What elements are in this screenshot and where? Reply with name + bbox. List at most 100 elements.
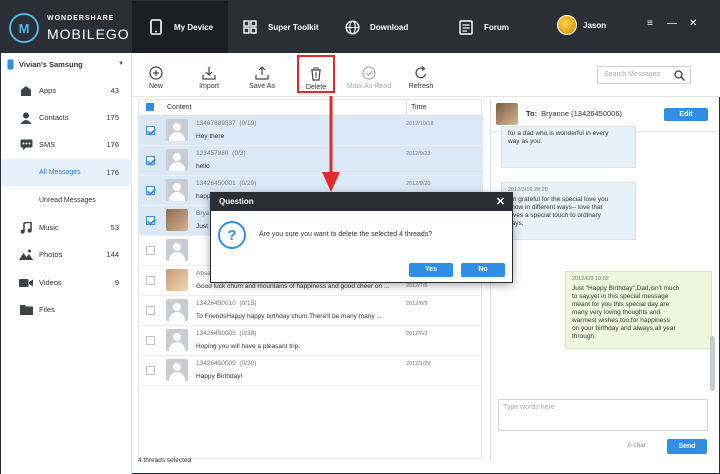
scrollbar[interactable] (710, 336, 715, 391)
avatar (166, 149, 188, 171)
new-button[interactable]: New (136, 56, 176, 90)
no-button[interactable]: No (461, 263, 505, 277)
row-message: Hey there (196, 133, 225, 140)
reply-input[interactable]: Type words here (498, 399, 708, 431)
sidebar-item-contacts[interactable]: Contacts 175 (1, 104, 132, 131)
sidebar: Vivian's Samsung ▼ Apps 43 Contacts 175 … (1, 53, 132, 474)
avatar (166, 299, 188, 321)
tab-forum[interactable]: Forum (458, 1, 518, 53)
sidebar-item-sms[interactable]: SMS 176 (1, 131, 132, 158)
to-label: To: (526, 109, 538, 118)
refresh-icon (415, 66, 427, 79)
tab-my-device[interactable]: My Device (132, 1, 228, 53)
globe-icon (344, 19, 360, 35)
row-checkbox[interactable] (146, 336, 155, 345)
send-button[interactable]: Send (667, 439, 707, 454)
edit-button[interactable]: Edit (664, 108, 708, 121)
sidebar-item-photos[interactable]: Photos 144 (1, 241, 132, 268)
row-date: 2012/6/3 (406, 331, 428, 337)
tab-label: My Device (174, 22, 214, 32)
sidebar-item-count: 175 (106, 113, 119, 122)
grid-icon (242, 19, 258, 35)
row-number: 13467889537 (0/19) (196, 120, 257, 127)
row-checkbox[interactable] (146, 246, 155, 255)
sidebar-item-videos[interactable]: Videos 9 (1, 269, 132, 296)
sidebar-item-label: Music (39, 223, 59, 232)
new-label: New (148, 83, 163, 90)
search-placeholder: Search Messages (604, 71, 661, 78)
device-name: Vivian's Samsung (19, 59, 83, 69)
tab-download[interactable]: Download (344, 1, 414, 53)
save-as-button[interactable]: Save As (242, 56, 282, 90)
user-name: Jason (583, 20, 607, 30)
sidebar-item-music[interactable]: Music 53 (1, 214, 132, 241)
select-all-checkbox[interactable] (146, 103, 154, 111)
phone-icon (148, 19, 164, 35)
row-date: 2012/10/18 (406, 121, 434, 127)
col-content: Content (167, 104, 192, 111)
user-account[interactable]: Jason (557, 15, 606, 35)
table-row[interactable]: 123457880 (0/3) hello 2012/9/23 (139, 146, 483, 176)
row-checkbox[interactable] (146, 276, 155, 285)
table-row[interactable]: 13426450009 (0/30) Happy Birthday! 2012/… (139, 356, 483, 386)
import-button[interactable]: Import (189, 56, 229, 90)
recipient: To: Bryanne (13426450006) (526, 109, 622, 118)
table-row[interactable]: 13467889537 (0/19) Hey there 2012/10/18 (139, 116, 483, 146)
contact-avatar (496, 103, 518, 125)
device-icon (7, 59, 14, 69)
sidebar-item-apps[interactable]: Apps 43 (1, 77, 132, 104)
avatar (166, 269, 188, 291)
menu-icon[interactable]: ≡ (647, 18, 653, 29)
videos-icon (19, 277, 33, 289)
row-number: Absa (196, 270, 211, 277)
apps-icon (19, 85, 33, 97)
confirm-dialog: Question ✕ ? Are you sure you want to de… (210, 192, 513, 283)
files-icon (19, 304, 33, 316)
plus-circle-icon (149, 66, 163, 80)
search-icon[interactable] (674, 70, 685, 81)
logo: M WONDERSHARE MOBILEGO (7, 7, 131, 47)
sidebar-item-label: Unread Messages (39, 197, 96, 204)
row-message: Good luck chum and mountains of happines… (196, 283, 390, 290)
close-icon[interactable]: ✕ (496, 195, 505, 208)
contact-name: Bryanne (13426450006) (541, 109, 623, 118)
tab-super-toolkit[interactable]: Super Toolkit (242, 1, 332, 53)
close-icon[interactable]: ✕ (689, 18, 697, 29)
sidebar-item-unread-messages[interactable]: Unread Messages (1, 187, 132, 214)
save-as-label: Save As (249, 83, 275, 90)
refresh-button[interactable]: Refresh (401, 56, 441, 90)
sidebar-item-label: Files (39, 305, 55, 314)
delete-button[interactable]: Delete (297, 55, 335, 93)
contacts-icon (19, 112, 33, 124)
message-bubble: for a dad who is wonderful in every way … (501, 126, 636, 168)
export-icon (255, 66, 269, 80)
minimize-icon[interactable]: — (667, 18, 677, 29)
row-date: 2012/9/23 (406, 151, 431, 157)
device-selector[interactable]: Vivian's Samsung ▼ (1, 53, 132, 75)
list-header: Content Time (139, 100, 483, 116)
tab-label: Download (370, 22, 409, 32)
avatar (166, 209, 188, 231)
table-row[interactable]: 13426450010 (0/15) To FriendsHappy happy… (139, 296, 483, 326)
selection-status: 4 threads selected (138, 457, 192, 464)
row-checkbox[interactable] (146, 216, 155, 225)
import-icon (202, 67, 216, 80)
row-checkbox[interactable] (146, 186, 155, 195)
row-number: Brya (196, 210, 210, 217)
yes-button[interactable]: Yes (409, 263, 453, 277)
search-input[interactable]: Search Messages (597, 66, 691, 84)
row-checkbox[interactable] (146, 366, 155, 375)
row-checkbox[interactable] (146, 156, 155, 165)
row-checkbox[interactable] (146, 306, 155, 315)
avatar (166, 119, 188, 141)
sidebar-item-all-messages[interactable]: All Messages 176 (1, 159, 132, 186)
check-circle-icon (362, 66, 376, 80)
row-message: Happy Birthday! (196, 373, 243, 380)
table-row[interactable]: 13426450005 (0/38) Hoping you will have … (139, 326, 483, 356)
row-checkbox[interactable] (146, 126, 155, 135)
mark-as-read-button[interactable]: Mark As Read (344, 56, 394, 90)
sidebar-item-count: 53 (110, 223, 119, 232)
sidebar-item-files[interactable]: Files (1, 296, 132, 323)
row-date: 2012/1/29 (406, 361, 431, 367)
delete-label: Delete (305, 84, 327, 91)
